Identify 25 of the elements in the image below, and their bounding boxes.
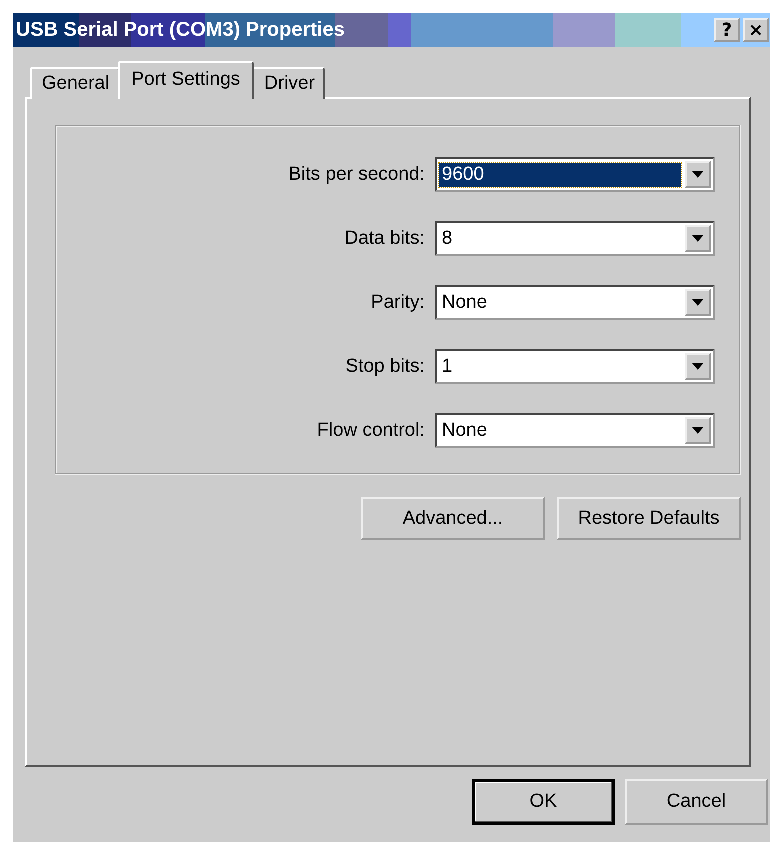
tab[interactable]: Driver	[252, 67, 326, 99]
dropdown-value: None	[441, 290, 488, 314]
dropdown-value: 8	[441, 226, 454, 250]
close-button[interactable]: ×	[743, 18, 769, 42]
field-label: Parity:	[371, 292, 425, 314]
dropdown-value: None	[441, 418, 488, 442]
tab[interactable]: General	[30, 67, 120, 99]
dropdown[interactable]: None	[435, 285, 715, 320]
field-label: Bits per second:	[288, 164, 425, 186]
dropdown-value: 1	[441, 354, 454, 378]
dropdown[interactable]: 9600	[435, 157, 715, 192]
field-label: Flow control:	[317, 420, 425, 442]
restore-defaults-button[interactable]: Restore Defaults	[557, 497, 741, 540]
tab[interactable]: Port Settings	[118, 61, 254, 99]
advanced-button[interactable]: Advanced...	[361, 497, 545, 540]
help-button[interactable]: ?	[714, 18, 740, 42]
ok-button[interactable]: OK	[472, 779, 615, 825]
window-title: USB Serial Port (COM3) Properties	[15, 18, 345, 42]
dropdown[interactable]: None	[435, 413, 715, 448]
field-label: Data bits:	[344, 228, 425, 250]
dropdown[interactable]: 1	[435, 349, 715, 384]
dropdown-value: 9600	[439, 162, 681, 186]
cancel-button[interactable]: Cancel	[625, 779, 768, 825]
field-label: Stop bits:	[346, 356, 425, 378]
dropdown[interactable]: 8	[435, 221, 715, 256]
